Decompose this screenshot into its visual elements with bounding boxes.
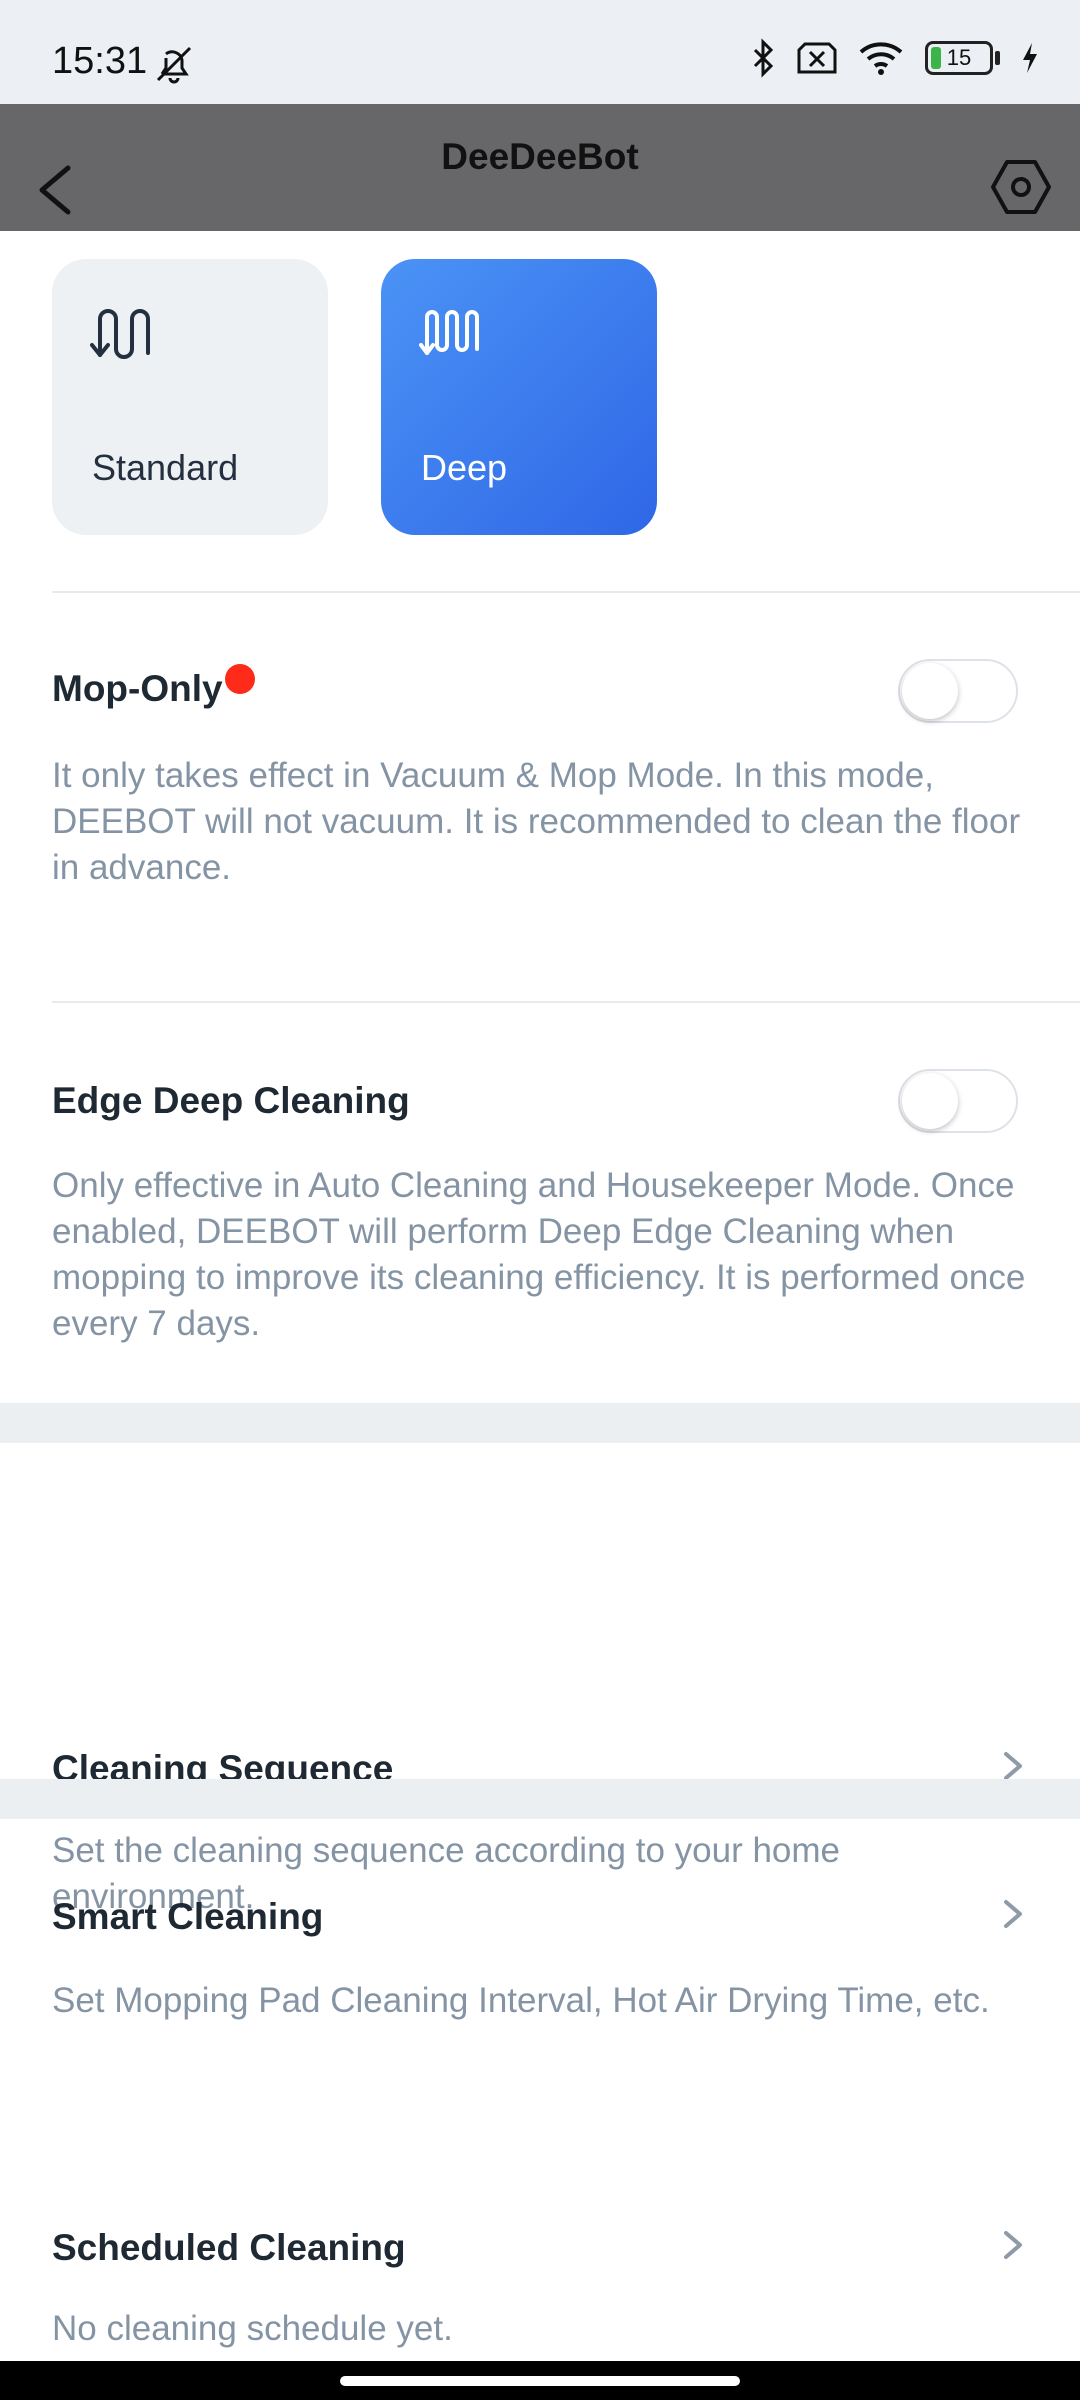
- smart-cleaning-description: Set Mopping Pad Cleaning Interval, Hot A…: [52, 1981, 990, 2020]
- edge-deep-cleaning-description: Only effective in Auto Cleaning and Hous…: [52, 1166, 1026, 1343]
- chevron-right-icon: [1004, 1900, 1022, 1928]
- smart-cleaning-row[interactable]: Smart Cleaning Set Mopping Pad Cleaning …: [0, 1819, 1080, 2079]
- mop-deep-icon: [419, 310, 479, 355]
- toggle-knob: [902, 1073, 958, 1129]
- toggle-knob: [902, 663, 958, 719]
- divider: [52, 591, 1080, 593]
- status-time: 15:31: [52, 40, 148, 82]
- battery-level: 15: [946, 45, 972, 70]
- mop-mode-label: Deep: [421, 447, 508, 488]
- section-separator: [0, 1403, 1080, 1443]
- new-badge-dot: [224, 664, 255, 694]
- edge-deep-cleaning-title: Edge Deep Cleaning: [52, 1080, 410, 1121]
- wifi-icon: [859, 42, 903, 75]
- smart-cleaning-title: Smart Cleaning: [52, 1896, 324, 1937]
- battery-tip: [995, 51, 1000, 65]
- hexagon-gear-icon[interactable]: [990, 156, 1052, 218]
- scheduled-cleaning-title: Scheduled Cleaning: [52, 2227, 406, 2268]
- notifications-muted-icon: [156, 46, 192, 84]
- mop-only-toggle[interactable]: [898, 659, 1018, 723]
- chevron-right-icon: [1004, 2231, 1022, 2259]
- divider: [52, 1001, 1080, 1003]
- mop-only-description: It only takes effect in Vacuum & Mop Mod…: [52, 756, 1021, 887]
- mop-mode-label: Standard: [92, 447, 239, 488]
- edge-deep-cleaning-toggle[interactable]: [898, 1069, 1018, 1133]
- section-separator: [0, 1779, 1080, 1819]
- settings-content[interactable]: Standard Deep Mop-Only It only takes eff…: [0, 231, 1080, 2381]
- mop-only-title: Mop-Only: [52, 664, 255, 710]
- mop-standard-icon: [90, 309, 150, 359]
- page-title: DeeDeeBot: [441, 136, 639, 177]
- battery-indicator: 15: [925, 41, 993, 75]
- system-nav-bar: [0, 2361, 1080, 2400]
- scheduled-cleaning-description: No cleaning schedule yet.: [52, 2309, 453, 2348]
- mop-mode-standard-card[interactable]: Standard: [52, 259, 328, 535]
- no-sim-icon: [797, 42, 837, 74]
- charging-icon: [1023, 43, 1037, 73]
- app-header: DeeDeeBot: [0, 104, 1080, 231]
- home-gesture-handle[interactable]: [340, 2376, 740, 2386]
- mop-only-label: Mop-Only: [52, 668, 223, 709]
- bluetooth-icon: [753, 38, 774, 78]
- scheduled-cleaning-row[interactable]: Scheduled Cleaning No cleaning schedule …: [0, 2151, 1080, 2381]
- mop-mode-deep-card[interactable]: Deep: [381, 259, 657, 535]
- status-bar: 15:31 15: [0, 0, 1080, 104]
